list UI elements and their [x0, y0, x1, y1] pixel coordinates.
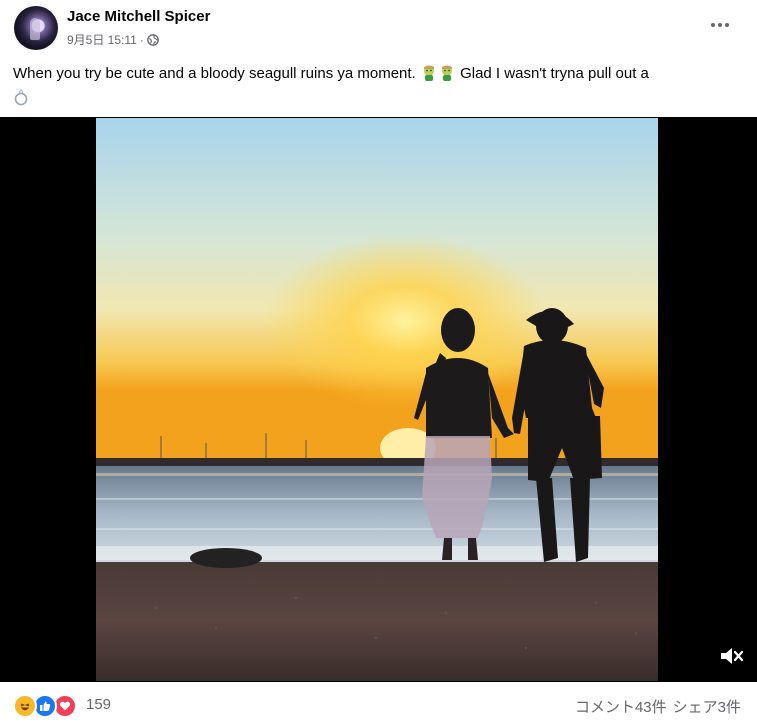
speaker-muted-icon: [721, 648, 744, 664]
mute-button[interactable]: [717, 642, 745, 670]
video-player[interactable]: [0, 117, 757, 682]
engagement-stats: コメント43件 シェア3件: [575, 696, 741, 717]
nauseated-face-icon: [441, 65, 452, 81]
more-options-button[interactable]: [708, 13, 732, 37]
author-name[interactable]: Jace Mitchell Spicer: [67, 8, 210, 25]
shares-count-link[interactable]: シェア3件: [673, 696, 741, 717]
post-text-part1: When you try be cute and a bloody seagul…: [13, 65, 416, 82]
post-date[interactable]: 9月5日 15:11: [67, 31, 137, 48]
reaction-count[interactable]: 159: [86, 696, 111, 713]
more-dots-icon: [711, 23, 729, 27]
ring-icon: [14, 89, 28, 106]
nauseated-face-icon: [423, 65, 434, 81]
post-footer: 159 コメント43件 シェア3件: [0, 686, 757, 726]
post-text: When you try be cute and a bloody seagul…: [13, 62, 738, 110]
post-meta: 9月5日 15:11 ·: [67, 31, 159, 48]
comments-count-link[interactable]: コメント43件: [575, 696, 667, 717]
haha-reaction-icon: [13, 694, 37, 718]
post-text-part2: Glad I wasn't tryna pull out a: [460, 65, 649, 82]
video-frame[interactable]: [96, 118, 658, 681]
reaction-icons[interactable]: [13, 694, 77, 718]
meta-separator: ·: [139, 32, 144, 47]
globe-icon: [146, 33, 159, 46]
author-avatar[interactable]: [14, 6, 58, 50]
post-header: Jace Mitchell Spicer 9月5日 15:11 ·: [0, 0, 757, 56]
